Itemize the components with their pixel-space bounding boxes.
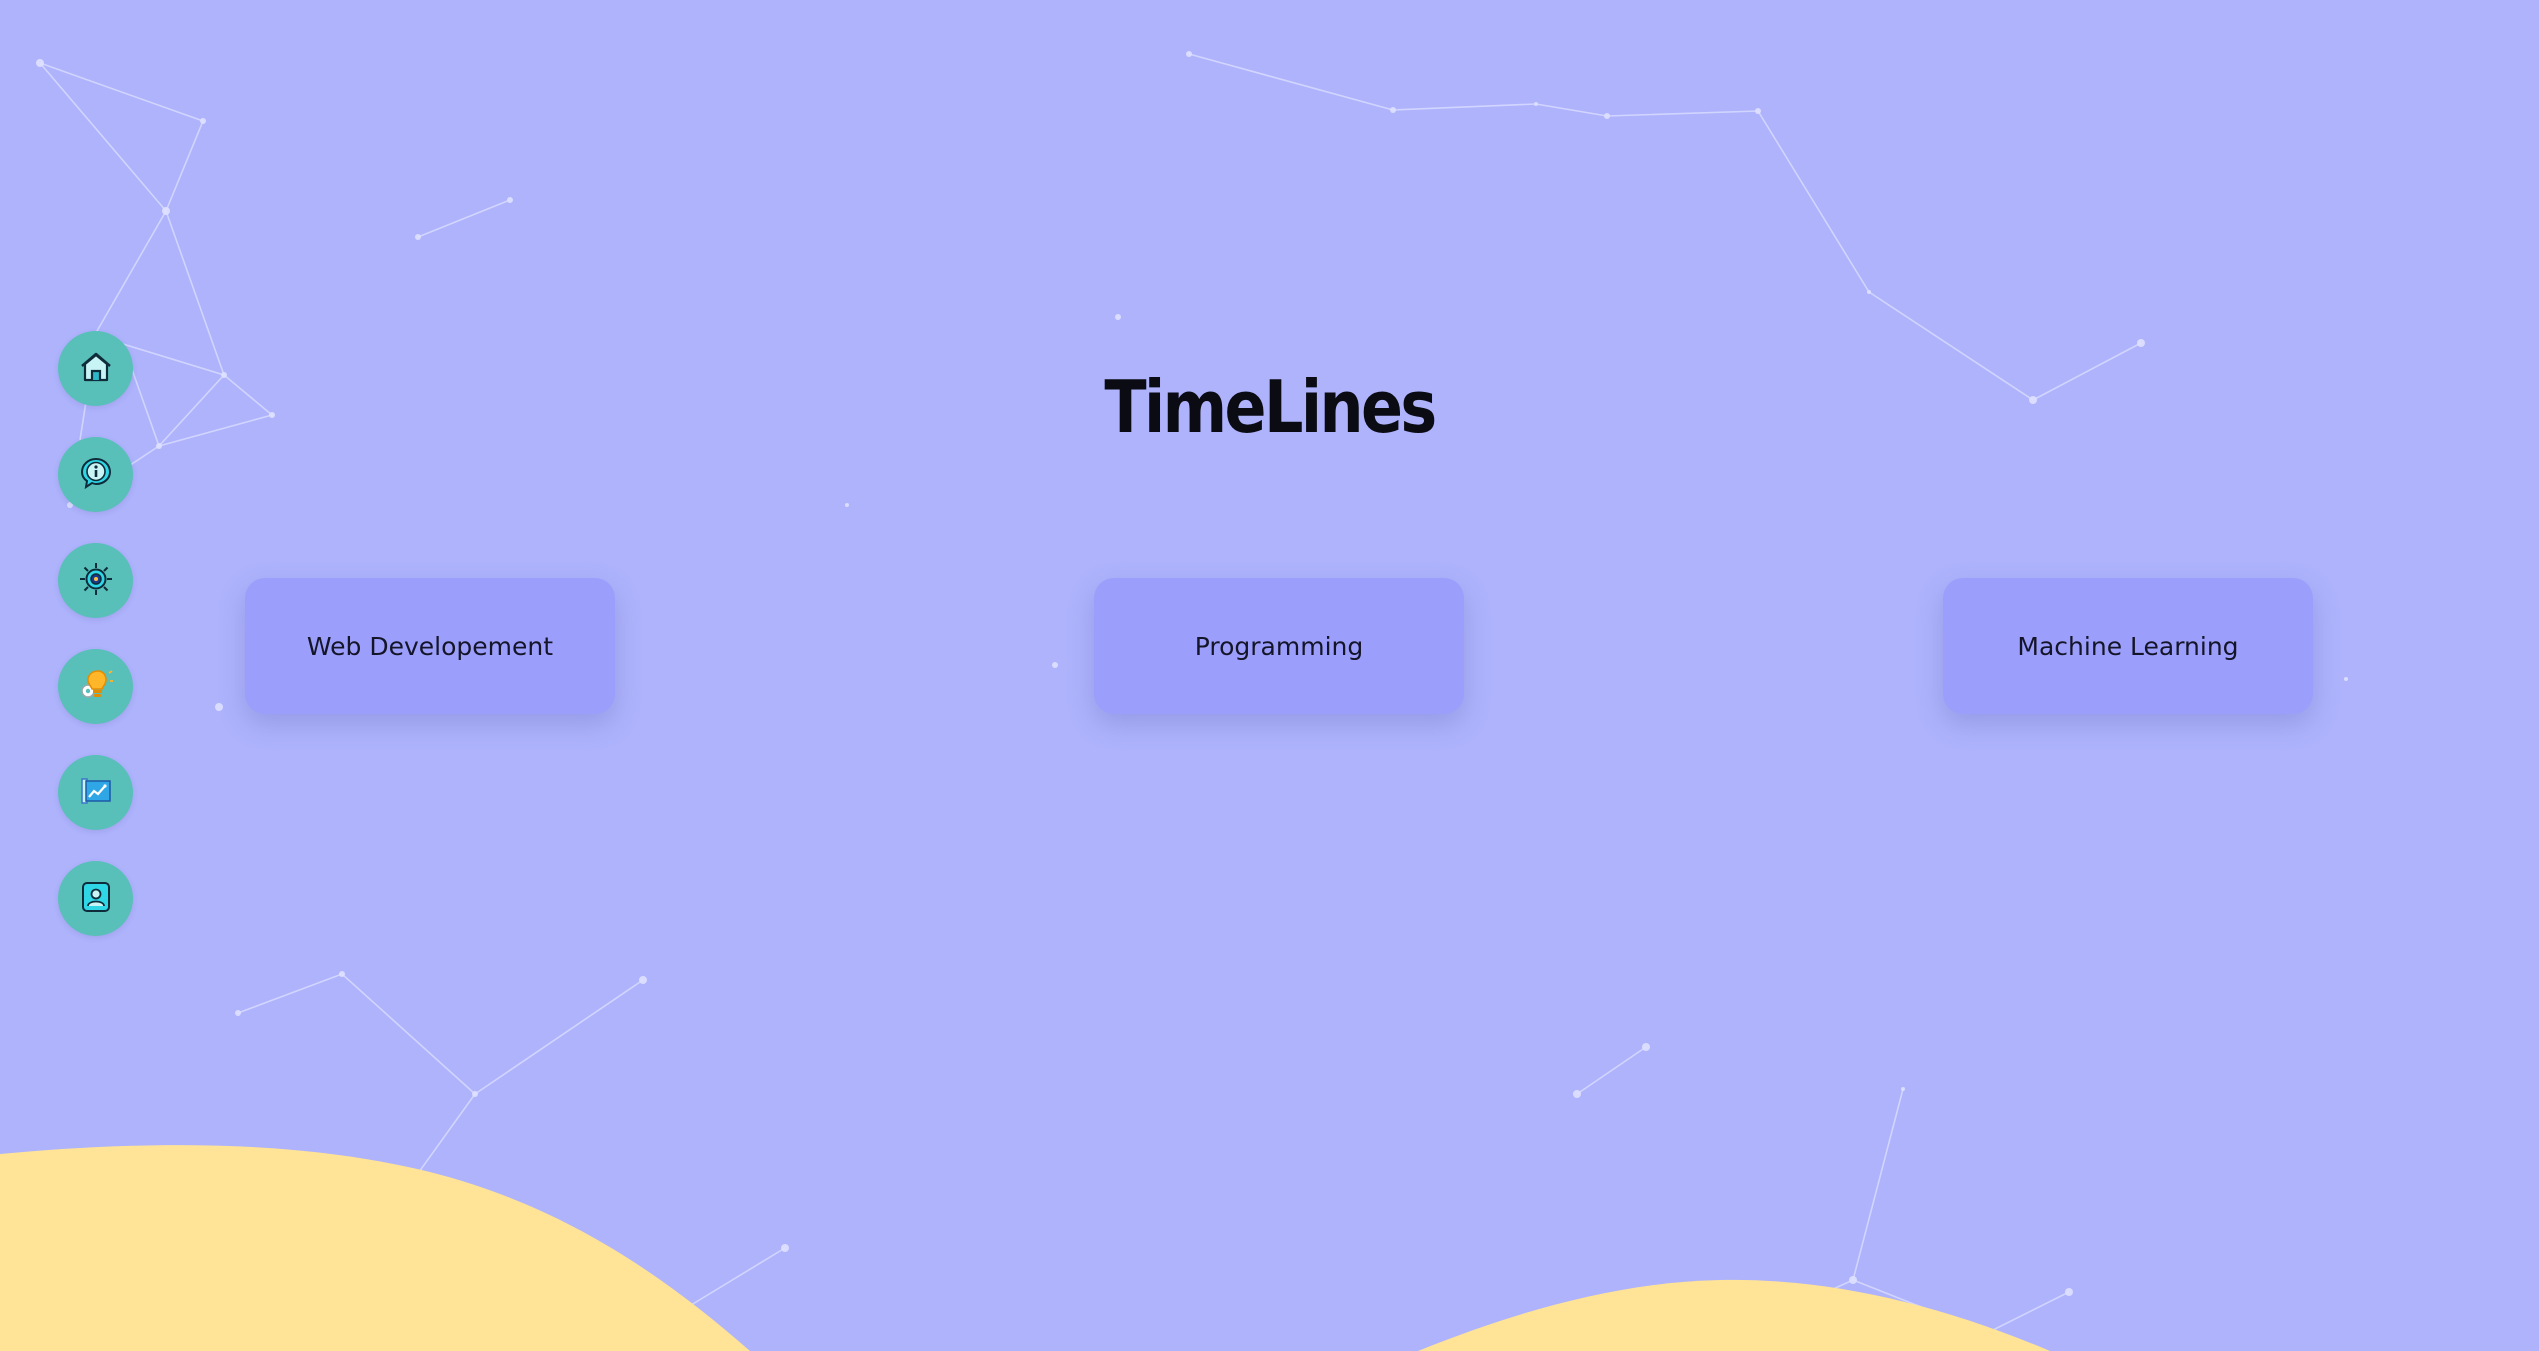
- timeline-card-label: Web Developement: [306, 631, 554, 661]
- sidebar-item-about[interactable]: [58, 437, 133, 512]
- chart-icon: [78, 773, 114, 813]
- timeline-card-programming[interactable]: Programming: [1094, 578, 1464, 714]
- gear-icon: [78, 561, 114, 601]
- sidebar-item-projects[interactable]: [58, 755, 133, 830]
- lightbulb-gear-icon: [78, 667, 114, 707]
- info-icon: [78, 455, 114, 495]
- page-title: TimeLines: [1104, 365, 1437, 449]
- sidebar-item-skills[interactable]: [58, 543, 133, 618]
- sidebar-item-ideas[interactable]: [58, 649, 133, 724]
- timeline-card-machine-learning[interactable]: Machine Learning: [1943, 578, 2313, 714]
- timeline-card-label: Programming: [1194, 631, 1364, 661]
- sidebar-item-home[interactable]: [58, 331, 133, 406]
- wave-left: [0, 1145, 750, 1351]
- home-icon: [78, 349, 114, 389]
- timeline-card-web-development[interactable]: Web Developement: [245, 578, 615, 714]
- sidebar-item-contact[interactable]: [58, 861, 133, 936]
- timeline-card-label: Machine Learning: [2017, 631, 2239, 661]
- contact-card-icon: [78, 879, 114, 919]
- sidebar-nav: [58, 331, 133, 936]
- wave-right: [1418, 1279, 2050, 1351]
